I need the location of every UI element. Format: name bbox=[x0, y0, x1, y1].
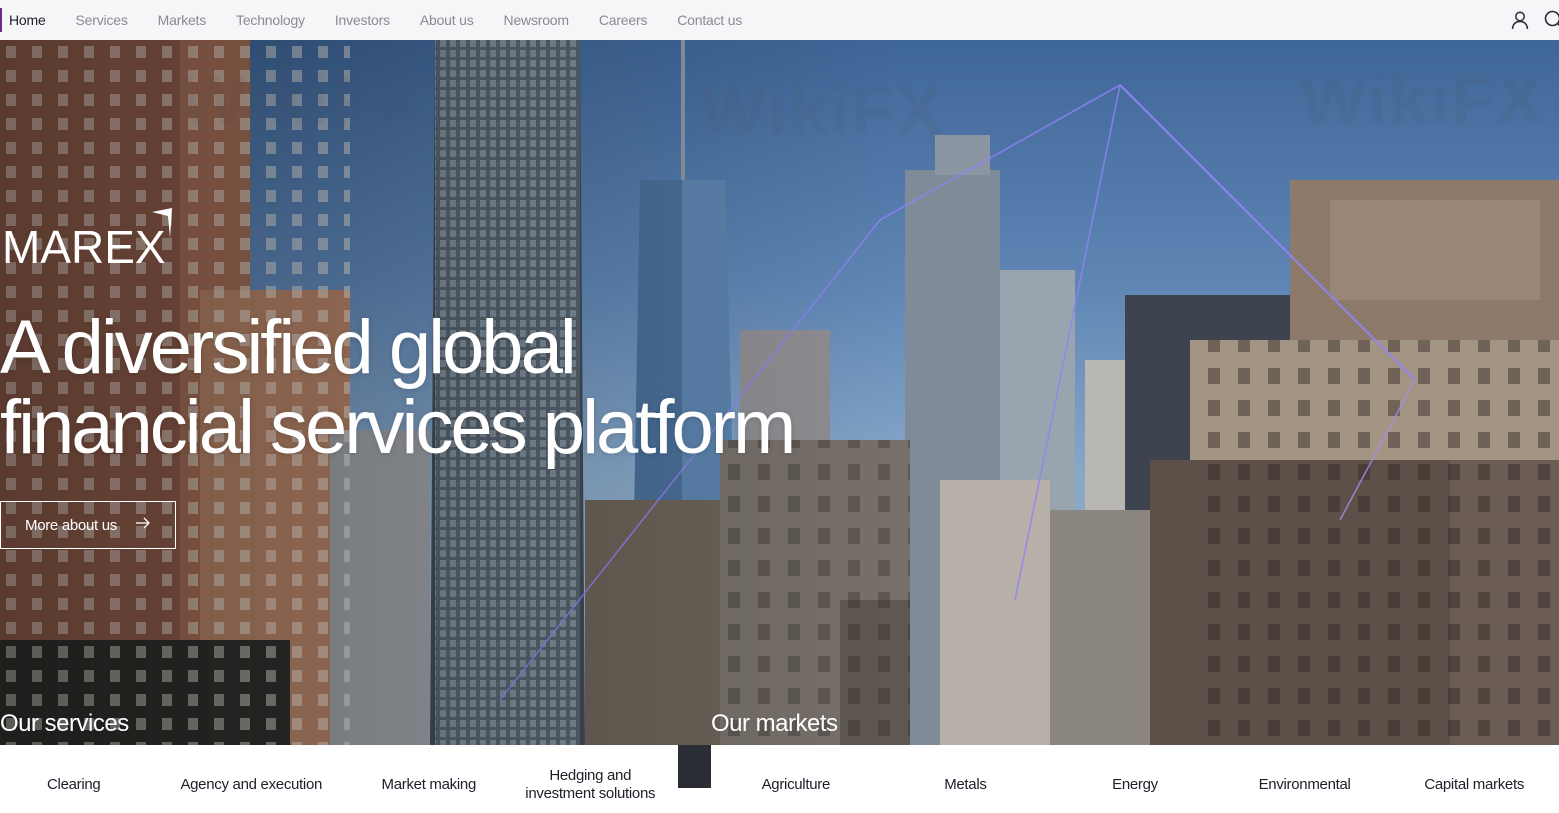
nav-actions bbox=[1497, 0, 1559, 40]
search-icon[interactable] bbox=[1543, 9, 1559, 31]
nav-item-newsroom[interactable]: Newsroom bbox=[504, 12, 570, 28]
user-icon[interactable] bbox=[1509, 9, 1531, 31]
nav-links: Home Services Markets Technology Investo… bbox=[0, 0, 772, 40]
nav-item-investors[interactable]: Investors bbox=[335, 12, 390, 28]
market-card-environmental[interactable]: Environmental bbox=[1220, 745, 1390, 813]
more-about-us-button[interactable]: More about us bbox=[0, 501, 176, 549]
arrow-right-icon bbox=[135, 516, 151, 534]
nav-item-technology[interactable]: Technology bbox=[236, 12, 305, 28]
top-nav: Home Services Markets Technology Investo… bbox=[0, 0, 1559, 40]
nav-item-contact-us[interactable]: Contact us bbox=[677, 12, 742, 28]
nav-item-home[interactable]: Home bbox=[9, 12, 46, 28]
headline-line-1: A diversified global bbox=[0, 305, 577, 390]
hero-section: WikiFX WikiFX WikiFX MAREX A diversified… bbox=[0, 40, 1559, 745]
hero-headline: A diversified global financial services … bbox=[0, 305, 796, 470]
services-title: Our services bbox=[0, 710, 129, 737]
markets-list: Agriculture Metals Energy Environmental … bbox=[711, 745, 1559, 813]
nav-item-about-us[interactable]: About us bbox=[420, 12, 474, 28]
nav-item-careers[interactable]: Careers bbox=[599, 12, 648, 28]
market-card-agriculture[interactable]: Agriculture bbox=[711, 745, 881, 813]
market-card-capital-markets[interactable]: Capital markets bbox=[1389, 745, 1559, 813]
market-card-metals[interactable]: Metals bbox=[881, 745, 1051, 813]
markets-title: Our markets bbox=[711, 710, 838, 737]
nav-item-services[interactable]: Services bbox=[76, 12, 128, 28]
divider-block bbox=[678, 745, 711, 788]
nav-item-markets[interactable]: Markets bbox=[158, 12, 207, 28]
marex-logo[interactable]: MAREX bbox=[0, 208, 180, 273]
services-list: Clearing Agency and execution Market mak… bbox=[0, 745, 678, 813]
logo-text: MAREX bbox=[2, 221, 166, 273]
market-card-energy[interactable]: Energy bbox=[1050, 745, 1220, 813]
service-card-clearing[interactable]: Clearing bbox=[0, 745, 148, 813]
headline-line-2: financial services platform bbox=[0, 385, 796, 470]
logo-mark-icon bbox=[152, 208, 172, 238]
cta-label: More about us bbox=[25, 516, 117, 534]
active-indicator bbox=[0, 8, 2, 32]
service-card-hedging[interactable]: Hedging and investment solutions bbox=[503, 745, 679, 813]
service-card-agency-execution[interactable]: Agency and execution bbox=[148, 745, 356, 813]
service-card-market-making[interactable]: Market making bbox=[355, 745, 503, 813]
